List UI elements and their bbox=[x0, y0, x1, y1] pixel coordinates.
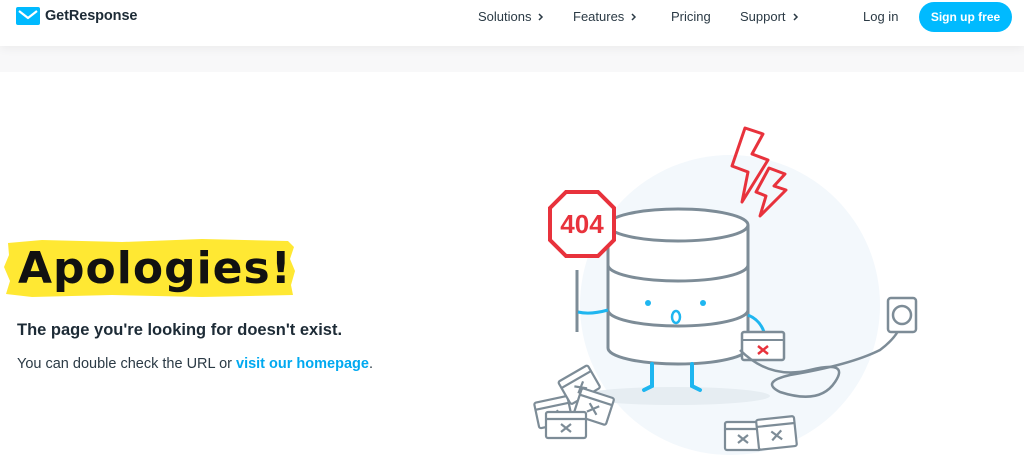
body-prefix: You can double check the URL or bbox=[17, 356, 236, 372]
homepage-link[interactable]: visit our homepage bbox=[236, 356, 369, 372]
database-character bbox=[606, 207, 750, 366]
logo-text: GetResponse bbox=[45, 8, 138, 24]
nav-features[interactable]: Features bbox=[573, 9, 637, 24]
nav-solutions-label: Solutions bbox=[478, 9, 532, 24]
nav-solutions[interactable]: Solutions bbox=[478, 9, 544, 24]
nav-pricing-label: Pricing bbox=[671, 9, 711, 24]
nav-support-label: Support bbox=[740, 9, 786, 24]
headline-block: Apologies! bbox=[2, 237, 296, 299]
header-band bbox=[0, 46, 1024, 72]
envelope-logo-icon bbox=[16, 7, 40, 25]
top-nav: GetResponse Solutions Features Pricing S… bbox=[0, 0, 1024, 46]
nav-pricing[interactable]: Pricing bbox=[671, 9, 711, 24]
eye-right bbox=[700, 300, 706, 306]
login-link[interactable]: Log in bbox=[863, 9, 898, 24]
chevron-right-icon bbox=[793, 12, 798, 21]
nav-support[interactable]: Support bbox=[740, 9, 799, 24]
error-subtitle: The page you're looking for doesn't exis… bbox=[17, 321, 343, 339]
page-title: Apologies! bbox=[18, 243, 292, 294]
chevron-right-icon bbox=[538, 12, 544, 21]
404-illustration: 404 bbox=[533, 126, 918, 455]
error-body: You can double check the URL or visit ou… bbox=[17, 356, 373, 372]
broken-windows-pile-right bbox=[723, 415, 798, 452]
logo[interactable]: GetResponse bbox=[16, 7, 137, 25]
body-suffix: . bbox=[368, 356, 373, 372]
chevron-right-icon bbox=[631, 12, 637, 21]
power-outlet-icon bbox=[886, 296, 918, 334]
eye-left bbox=[645, 300, 651, 306]
signup-button[interactable]: Sign up free bbox=[919, 2, 1012, 32]
nav-features-label: Features bbox=[573, 9, 625, 24]
sign-text: 404 bbox=[560, 209, 604, 239]
